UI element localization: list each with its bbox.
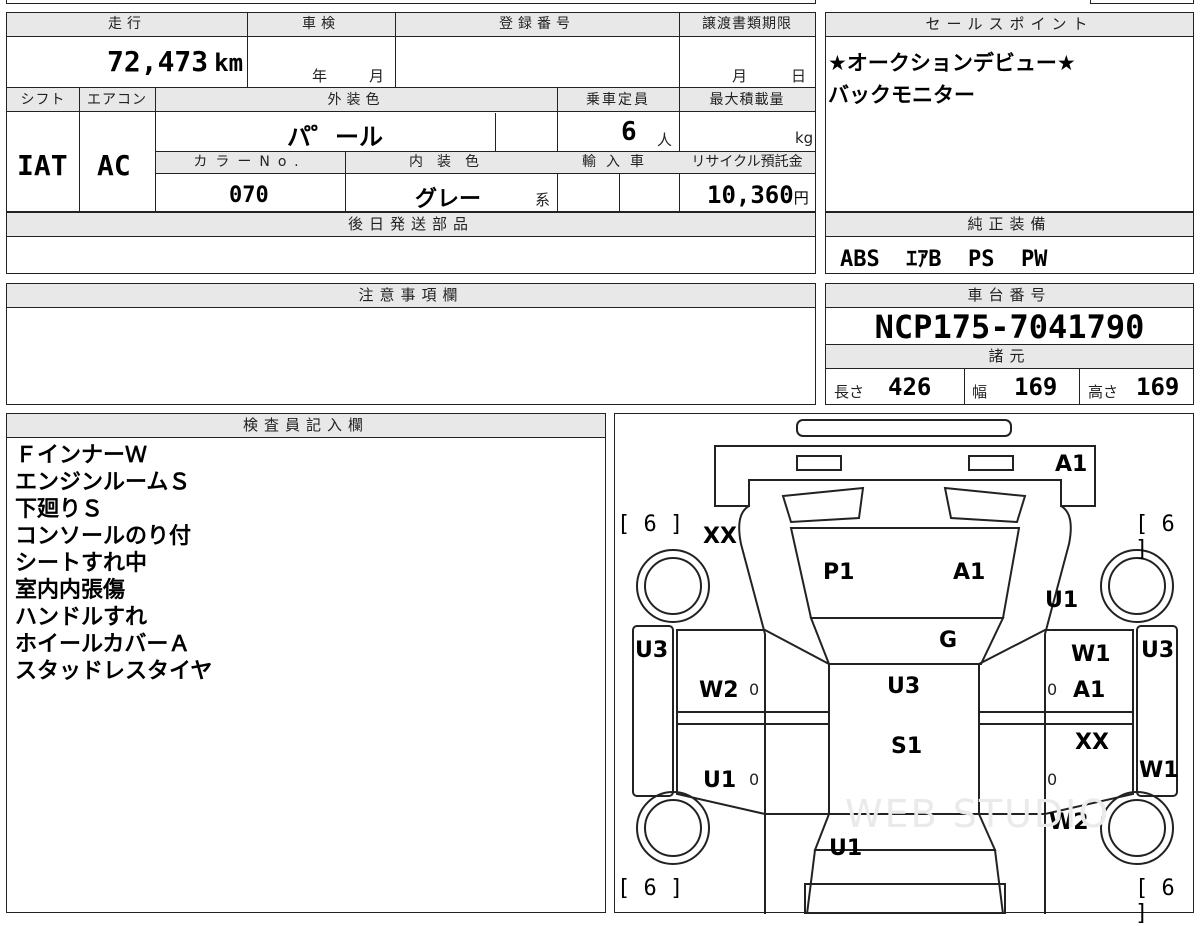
damage-roof: U3 <box>887 674 921 699</box>
note-7: ハンドルすれ <box>15 605 148 630</box>
note-3: 下廻りＳ <box>15 497 104 522</box>
max-load-label: 最大積載量 <box>709 92 785 108</box>
note-5: シートすれ中 <box>15 551 148 576</box>
damage-front-bumper: A1 <box>1055 452 1088 477</box>
recycle-label: リサイクル預託金 <box>691 154 803 170</box>
sales-points-block: セールスポイント ★オークションデビュー★ バックモニター <box>825 12 1194 212</box>
door-mark-left-rear: 0 <box>749 770 760 789</box>
length-value: 426 <box>888 373 932 401</box>
transfer-month: 月 <box>732 67 748 85</box>
chassis-label: 車台番号 <box>826 284 1193 308</box>
aircon-value: AC <box>97 149 131 182</box>
recycle-unit: 円 <box>793 189 809 207</box>
note-9: スタッドレスタイヤ <box>15 659 213 684</box>
note-1: ＦインナーＷ <box>15 443 148 468</box>
inspector-notes-list: ＦインナーＷ エンジンルームＳ 下廻りＳ コンソールのり付 シートすれ中 室内内… <box>15 442 212 685</box>
damage-left-front-door: W2 <box>699 678 739 703</box>
damage-front-right-fender: U1 <box>1045 588 1079 613</box>
tire-rear-right-tread: [ 6 ] <box>1135 876 1175 926</box>
inspection-label: 車検 <box>302 16 340 32</box>
chassis-block: 車台番号 NCP175-7041790 諸元 長さ 426 幅 169 高さ 1… <box>825 283 1194 405</box>
capacity-value: 6 <box>621 117 637 147</box>
inspector-notes-label: 検査員記入欄 <box>7 414 605 438</box>
damage-right-front-door: A1 <box>1073 678 1106 703</box>
damage-front-left-fender: XX <box>703 524 737 549</box>
later-parts-label: 後日発送部品 <box>7 213 815 237</box>
registration-label: 登録番号 <box>499 16 575 32</box>
tire-front-left-tread: [ 6 ] <box>617 512 684 537</box>
note-8: ホイールカバーＡ <box>15 632 191 657</box>
color-no-value: 070 <box>229 183 269 208</box>
length-label: 長さ <box>834 383 865 401</box>
damage-rear-hatch: U1 <box>829 836 863 861</box>
damage-left-rear-door: U1 <box>703 768 737 793</box>
genuine-equipment-value: ABS ｴｱB PS PW <box>840 247 1048 272</box>
door-mark-right-front: 0 <box>1047 680 1058 699</box>
inspection-month: 月 <box>369 67 385 85</box>
later-parts-block: 後日発送部品 <box>6 212 816 274</box>
note-4: コンソールのり付 <box>15 524 192 549</box>
recycle-fee-value: 10,360円 <box>707 181 809 209</box>
import-label: 輸入車 <box>582 154 654 170</box>
shift-value: IAT <box>17 149 68 182</box>
damage-windshield: G <box>939 628 958 653</box>
sales-point-line-1: ★オークションデビュー★ <box>828 51 1076 75</box>
door-mark-left-front: 0 <box>749 680 760 699</box>
note-2: エンジンルームＳ <box>15 470 191 495</box>
exterior-color-label: 外装色 <box>327 92 385 108</box>
damage-left-pillar: U3 <box>635 638 669 663</box>
damage-hood-left: P1 <box>823 560 855 585</box>
interior-color-suffix: 系 <box>535 191 551 209</box>
transfer-deadline-label: 譲渡書類期限 <box>702 16 792 32</box>
transfer-day: 日 <box>791 67 807 85</box>
max-load-unit: kg <box>795 129 814 147</box>
chassis-number: NCP175-7041790 <box>874 308 1145 346</box>
aircon-label: エアコン <box>87 92 147 108</box>
damage-roof-rear: S1 <box>891 734 923 759</box>
top-strip-right <box>1090 0 1194 4</box>
note-6: 室内内張傷 <box>15 578 126 603</box>
damage-right-front-door-top: W1 <box>1071 642 1111 667</box>
caution-block: 注意事項欄 <box>6 283 816 405</box>
top-strip <box>6 0 816 4</box>
damage-hood-right: A1 <box>953 560 986 585</box>
tire-front-right-tread: [ 6 ] <box>1135 512 1175 562</box>
inspector-notes-block: 検査員記入欄 ＦインナーＷ エンジンルームＳ 下廻りＳ コンソールのり付 シート… <box>6 413 606 913</box>
height-value: 169 <box>1136 373 1180 401</box>
color-no-label: カラーNo. <box>193 154 307 170</box>
width-label: 幅 <box>972 383 988 401</box>
interior-color-value: グレー <box>415 187 482 212</box>
inspection-year: 年 <box>312 67 328 85</box>
damage-right-rear-door: XX <box>1075 730 1109 755</box>
mileage-value: 72,473 km <box>107 45 244 78</box>
tire-rear-left-tread: [ 6 ] <box>617 876 684 901</box>
genuine-equipment-label: 純正装備 <box>826 213 1193 237</box>
damage-right-pillar: U3 <box>1141 638 1175 663</box>
genuine-equipment-block: 純正装備 ABS ｴｱB PS PW <box>825 212 1194 274</box>
mileage-label: 走行 <box>108 16 146 32</box>
height-label: 高さ <box>1088 383 1119 401</box>
exterior-color-value: パ゜ール <box>287 123 383 151</box>
interior-color-label: 内装色 <box>409 154 493 170</box>
mileage-unit: km <box>214 49 244 77</box>
shift-label: シフト <box>20 92 66 108</box>
watermark: WEB STUDIO <box>845 792 1111 836</box>
vehicle-info-block: 走行 車検 登録番号 譲渡書類期限 72,473 km 年 月 月 日 シフト エ… <box>6 12 816 212</box>
damage-diagram-block: [ 6 ] [ 6 ] [ 6 ] [ 6 ] A1 XX P1 A1 U1 G… <box>614 413 1194 926</box>
capacity-label: 乗車定員 <box>586 92 650 108</box>
sales-point-line-2: バックモニター <box>828 83 975 107</box>
sales-points-label: セールスポイント <box>826 13 1193 37</box>
width-value: 169 <box>1014 373 1058 401</box>
specs-label: 諸元 <box>826 345 1193 369</box>
damage-right-rear-pillar: W1 <box>1139 758 1179 783</box>
door-mark-right-rear: 0 <box>1047 770 1058 789</box>
caution-label: 注意事項欄 <box>7 284 815 308</box>
capacity-unit: 人 <box>657 131 673 149</box>
